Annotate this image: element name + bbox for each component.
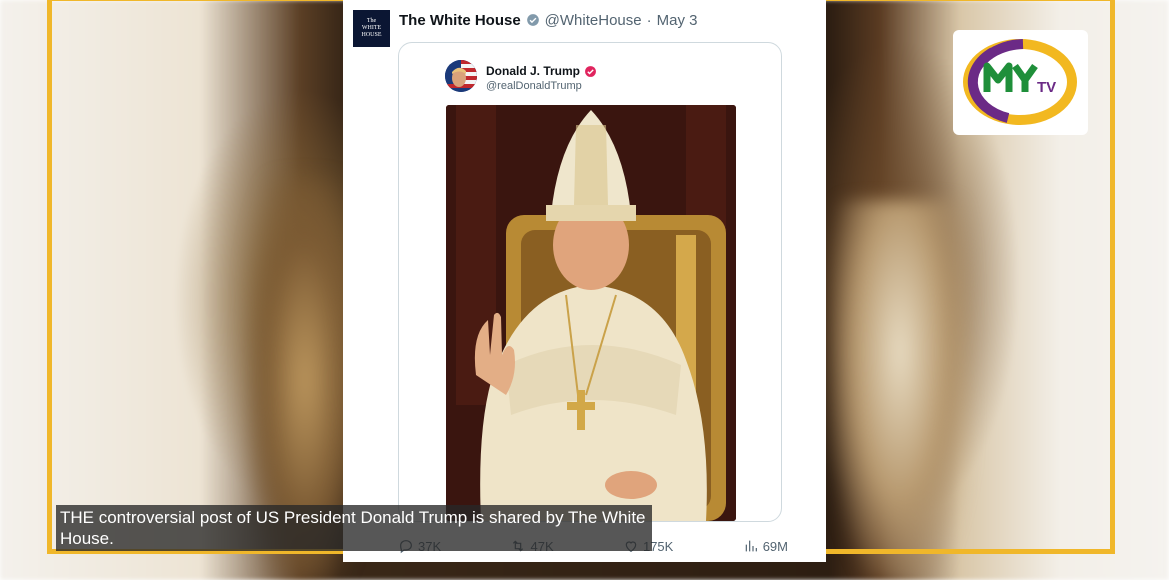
quoted-header: Donald J. Trump — [486, 64, 597, 78]
views-button[interactable]: 69M — [743, 537, 788, 555]
tweet-date[interactable]: May 3 — [657, 12, 698, 29]
quoted-tweet[interactable]: Donald J. Trump @realDonaldTrump — [398, 42, 782, 522]
account-handle[interactable]: @WhiteHouse — [545, 12, 642, 29]
avatar-text-line: The — [366, 18, 377, 24]
views-icon — [745, 540, 757, 552]
tweet-card[interactable]: The WHITE HOUSE The White House @WhiteHo… — [343, 0, 826, 562]
quoted-photo[interactable] — [446, 105, 736, 521]
quoted-account-handle[interactable]: @realDonaldTrump — [486, 80, 582, 92]
news-caption: THE controversial post of US President D… — [56, 505, 652, 551]
mytv-logo: TV — [953, 30, 1088, 135]
account-name[interactable]: The White House — [399, 12, 521, 29]
quoted-account-name[interactable]: Donald J. Trump — [486, 64, 580, 78]
avatar-text-line: WHITE — [361, 25, 382, 31]
separator-dot: · — [646, 11, 652, 29]
white-house-avatar[interactable]: The WHITE HOUSE — [353, 10, 390, 47]
verified-gray-icon — [526, 14, 539, 26]
avatar-text-line: HOUSE — [361, 32, 382, 38]
trump-avatar[interactable] — [445, 60, 477, 92]
tweet-header: The White House @WhiteHouse · May 3 — [399, 10, 697, 30]
svg-text:TV: TV — [1037, 79, 1056, 96]
verified-red-icon — [585, 65, 596, 77]
views-count: 69M — [762, 538, 788, 554]
